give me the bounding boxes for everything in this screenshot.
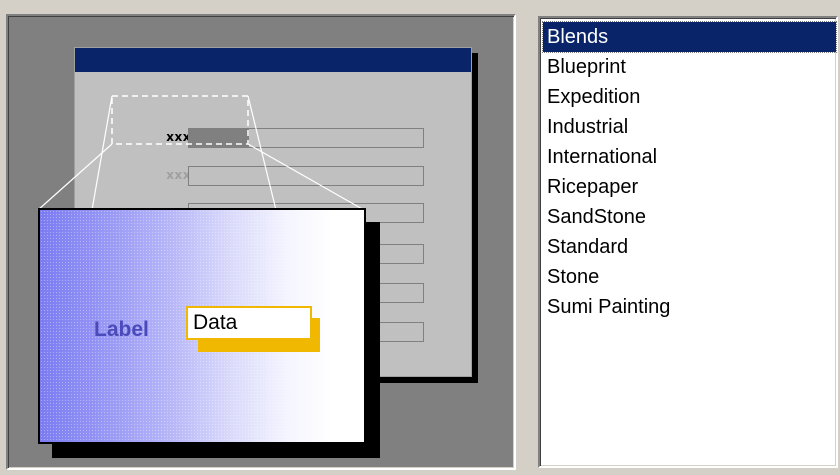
style-list-item[interactable]: International — [543, 142, 836, 172]
sample-label-text: Label — [94, 318, 149, 341]
style-list-item[interactable]: Standard — [543, 232, 836, 262]
style-list-item[interactable]: Industrial — [543, 112, 836, 142]
style-list-item[interactable]: SandStone — [543, 202, 836, 232]
form-preview-field-highlight — [189, 129, 249, 147]
form-preview-row: xxx — [75, 166, 473, 188]
style-list-item[interactable]: Sumi Painting — [543, 292, 836, 322]
zoom-detail-card: Label Data — [38, 208, 366, 444]
form-preview-row: xxx — [75, 128, 473, 150]
style-list-item[interactable]: Ricepaper — [543, 172, 836, 202]
style-list-item[interactable]: Blends — [542, 21, 837, 53]
style-preview-panel: xxx xxx xxxx Label — [6, 14, 516, 470]
style-listbox[interactable]: Blends Blueprint Expedition Industrial I… — [538, 16, 838, 468]
style-list-item[interactable]: Blueprint — [543, 52, 836, 82]
form-preview-field-box — [188, 128, 424, 148]
style-list-item[interactable]: Stone — [543, 262, 836, 292]
style-list-item[interactable]: Expedition — [543, 82, 836, 112]
form-preview-titlebar — [75, 48, 471, 72]
sample-data-field: Data — [186, 306, 312, 340]
form-preview-field-box — [188, 166, 424, 186]
